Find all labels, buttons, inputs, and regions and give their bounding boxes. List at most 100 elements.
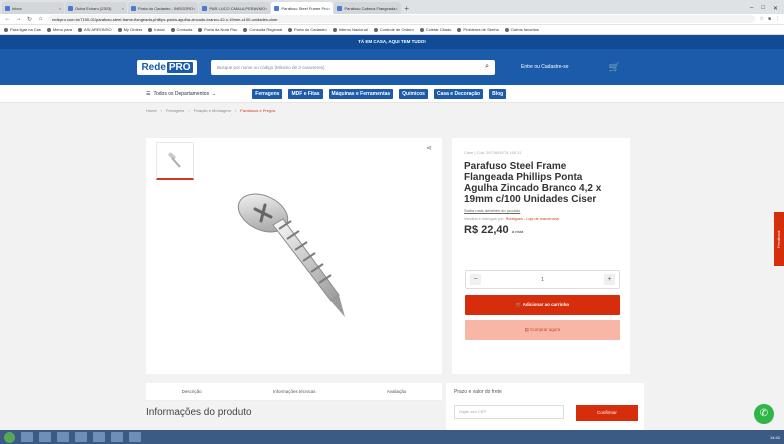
maximize-icon[interactable]: □ bbox=[761, 5, 765, 11]
close-icon[interactable]: × bbox=[328, 6, 330, 11]
bookmark-icon bbox=[198, 27, 203, 32]
login-link[interactable]: Entre ou Cadastre-se bbox=[521, 64, 569, 70]
new-tab-button[interactable]: + bbox=[402, 4, 412, 14]
bookmark-item[interactable]: ASI ARRONSO bbox=[78, 27, 112, 32]
taskbar-app-icon[interactable] bbox=[75, 432, 87, 442]
window-controls: – □ ✕ bbox=[744, 2, 784, 14]
search-icon[interactable]: ⌕ bbox=[485, 63, 489, 71]
close-icon[interactable]: × bbox=[59, 6, 61, 11]
close-icon[interactable]: × bbox=[193, 6, 195, 11]
quantity-stepper: − 1 + bbox=[465, 270, 620, 289]
screw-thumbnail-icon bbox=[168, 152, 181, 168]
bookmark-icon bbox=[148, 27, 153, 32]
address-bar[interactable]: redepro.com.br/7190-01/parafuso-steel-fr… bbox=[48, 15, 756, 23]
back-icon[interactable]: ← bbox=[4, 16, 11, 22]
start-button[interactable] bbox=[4, 431, 15, 443]
feedback-tab[interactable]: Feedback bbox=[774, 212, 784, 266]
bookmark-item[interactable]: Porta do Cadastro bbox=[288, 27, 327, 32]
category-link[interactable]: Químicos bbox=[399, 88, 428, 99]
logo[interactable]: Rede PRO bbox=[137, 59, 197, 75]
price: R$ 22,40 à vista bbox=[464, 224, 524, 236]
increase-button[interactable]: + bbox=[604, 274, 615, 285]
category-link[interactable]: Blog bbox=[489, 88, 507, 99]
taskbar: 14:42 bbox=[0, 430, 784, 444]
confirm-shipping-button[interactable]: Confirmar bbox=[576, 405, 638, 421]
bookmark-icon bbox=[170, 27, 175, 32]
tab-label: PAR LUCO CMALA PERAVMO bbox=[209, 5, 266, 11]
home-icon[interactable]: ⌂ bbox=[37, 16, 44, 22]
bookmark-item[interactable]: Consulta bbox=[170, 27, 192, 32]
cep-input[interactable]: Digite seu CEP bbox=[454, 405, 564, 419]
category-link[interactable]: Ferragens bbox=[252, 88, 283, 99]
bookmark-item[interactable]: My Orders bbox=[117, 27, 142, 32]
bookmarks-bar: Para ligar na Cas Menu para ASI ARRONSO … bbox=[0, 25, 784, 35]
forward-icon[interactable]: → bbox=[15, 16, 22, 22]
taskbar-app-icon[interactable] bbox=[21, 432, 33, 442]
share-icon[interactable]: ⋖ bbox=[426, 144, 432, 152]
seller-link[interactable]: Rodrigues - Loja de marcenaria bbox=[506, 217, 559, 221]
browser-tab[interactable]: Porta do Cadastro - INRGORO × bbox=[128, 2, 199, 14]
product-tabs: Descrição Informações técnicas Avaliação bbox=[146, 383, 442, 401]
category-link[interactable]: Casa e Decoração bbox=[433, 88, 484, 99]
tab-label: Inbox bbox=[12, 5, 22, 11]
bookmark-item[interactable]: Coletar Citado bbox=[419, 27, 451, 32]
product-image bbox=[237, 193, 345, 317]
taskbar-app-icon[interactable] bbox=[129, 432, 141, 442]
tab-technical[interactable]: Informações técnicas bbox=[273, 389, 316, 394]
quantity-value[interactable]: 1 bbox=[541, 277, 544, 283]
add-to-cart-button[interactable]: 🛒 Adicionar ao carrinho bbox=[465, 295, 620, 315]
bookmark-icon bbox=[457, 27, 462, 32]
chevron-down-icon: ⌄ bbox=[212, 90, 217, 97]
bookmark-item[interactable]: Controle de Ordem bbox=[373, 27, 414, 32]
taskbar-app-icon[interactable] bbox=[57, 432, 69, 442]
product-thumbnail[interactable] bbox=[156, 142, 194, 180]
category-link[interactable]: MDF e Fitas bbox=[288, 88, 323, 99]
product-code: Ciser | Cód. 2972849174 100 11 bbox=[464, 150, 522, 155]
tab-description[interactable]: Descrição bbox=[182, 389, 202, 394]
breadcrumb-item[interactable]: Fixação e Montagem bbox=[194, 108, 231, 113]
browser-toolbar: ← → ↻ ⌂ redepro.com.br/7190-01/parafuso-… bbox=[0, 14, 784, 25]
bookmark-item[interactable]: Menu para bbox=[46, 27, 72, 32]
details-link[interactable]: Saiba mais detalhes do produto bbox=[464, 208, 618, 213]
bookmark-item[interactable]: Problema de Senha bbox=[457, 27, 499, 32]
close-icon[interactable]: × bbox=[122, 6, 124, 11]
decrease-button[interactable]: − bbox=[470, 274, 481, 285]
breadcrumb-item[interactable]: Ferragens bbox=[166, 108, 184, 113]
minimize-icon[interactable]: – bbox=[750, 5, 753, 11]
bookmark-item[interactable]: Para ligar na Cas bbox=[4, 27, 41, 32]
bookmark-icon bbox=[46, 27, 51, 32]
browser-tab[interactable]: PAR LUCO CMALA PERAVMO × bbox=[199, 2, 271, 14]
browser-tab[interactable]: Parafuso Cabeca Flangeada × bbox=[334, 2, 401, 14]
close-window-icon[interactable]: ✕ bbox=[773, 5, 778, 12]
cart-icon[interactable]: 🛒 bbox=[609, 62, 620, 73]
tab-label: Porta do Cadastro - INRGORO bbox=[138, 5, 194, 11]
buy-now-button[interactable]: ▤ Comprar agora bbox=[465, 320, 620, 340]
bookmark-item[interactable]: Inferno Nacional bbox=[332, 27, 368, 32]
bookmark-item[interactable]: Porta da Nota Fisc bbox=[198, 27, 237, 32]
menu-icon[interactable]: ⋮ bbox=[775, 16, 780, 22]
reload-icon[interactable]: ↻ bbox=[26, 16, 33, 23]
extensions: ☆ ■ ⋮ bbox=[759, 16, 780, 22]
browser-tab[interactable]: Inbox × bbox=[2, 2, 64, 14]
category-link[interactable]: Máquinas e Ferramentas bbox=[328, 88, 394, 99]
bookmark-item[interactable]: Consulta Regional bbox=[243, 27, 282, 32]
extension-icon[interactable]: ■ bbox=[768, 16, 771, 22]
close-icon[interactable]: × bbox=[265, 6, 267, 11]
search-input[interactable]: Busque por nome ou código (Mínimo de 3 c… bbox=[211, 59, 495, 75]
browser-tab-active[interactable]: Parafuso Steel Frame Pro × bbox=[271, 2, 334, 14]
favicon-icon bbox=[202, 5, 208, 11]
taskbar-app-icon[interactable] bbox=[93, 432, 105, 442]
close-icon[interactable]: × bbox=[395, 6, 397, 11]
taskbar-app-icon[interactable] bbox=[111, 432, 123, 442]
whatsapp-icon[interactable]: ✆ bbox=[754, 404, 774, 424]
browser-tab[interactable]: Outra Echaro (2303) × bbox=[65, 2, 127, 14]
bookmark-icon bbox=[117, 27, 122, 32]
bookmark-item[interactable]: Inicial bbox=[148, 27, 165, 32]
breadcrumb-item[interactable]: Home bbox=[146, 108, 157, 113]
tab-label: Parafuso Cabeca Flangeada bbox=[344, 5, 396, 11]
star-icon[interactable]: ☆ bbox=[759, 16, 763, 22]
bookmark-item[interactable]: Outros favoritos bbox=[504, 27, 539, 32]
departments-menu[interactable]: ☰ Todos os Departamentos ⌄ bbox=[146, 91, 216, 97]
tab-reviews[interactable]: Avaliação bbox=[387, 389, 406, 394]
taskbar-app-icon[interactable] bbox=[39, 432, 51, 442]
